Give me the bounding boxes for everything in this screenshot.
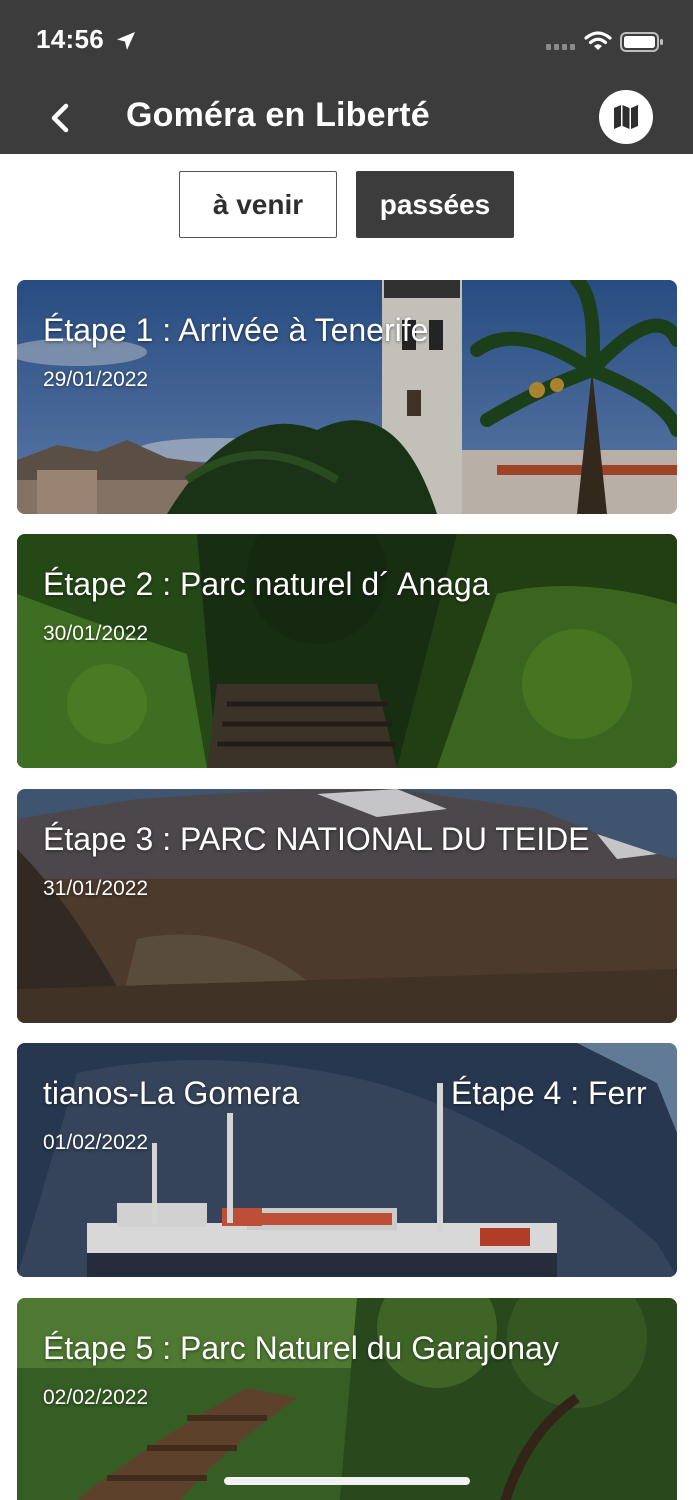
tab-upcoming[interactable]: à venir: [179, 171, 337, 238]
status-time: 14:56: [36, 24, 104, 54]
stage-card-2[interactable]: Étape 2 : Parc naturel d´ Anaga 30/01/20…: [17, 534, 677, 768]
stage-card-1[interactable]: Étape 1 : Arrivée à Tenerife 29/01/2022: [17, 280, 677, 514]
page-title: Goméra en Liberté: [126, 96, 430, 134]
stage-date: 31/01/2022: [43, 877, 149, 900]
map-button[interactable]: [599, 90, 653, 144]
cellular-signal-icon: [546, 44, 575, 50]
location-arrow-icon: [117, 32, 135, 50]
stage-date: 02/02/2022: [43, 1386, 149, 1409]
stage-date: 30/01/2022: [43, 622, 149, 645]
tab-past[interactable]: passées: [356, 171, 514, 238]
stage-date: 29/01/2022: [43, 368, 149, 391]
stage-card-4[interactable]: tianos-La Gomera Étape 4 : Ferr 01/02/20…: [17, 1043, 677, 1277]
wifi-icon: [584, 31, 612, 50]
stage-card-3[interactable]: Étape 3 : PARC NATIONAL DU TEIDE 31/01/2…: [17, 789, 677, 1023]
back-button[interactable]: [40, 96, 80, 140]
app-header: 14:56 Goméra en Liberté: [0, 0, 693, 154]
stage-card-5[interactable]: Étape 5 : Parc Naturel du Garajonay 02/0…: [17, 1298, 677, 1500]
map-icon: [614, 105, 638, 129]
stage-title-scroll-part: tianos-La Gomera: [43, 1075, 300, 1111]
battery-icon: [620, 32, 663, 52]
stage-title: Étape 2 : Parc naturel d´ Anaga: [43, 566, 490, 602]
stage-title: Étape 4 : Ferr: [451, 1075, 647, 1111]
stage-title: Étape 5 : Parc Naturel du Garajonay: [43, 1330, 559, 1366]
stage-title: Étape 3 : PARC NATIONAL DU TEIDE: [43, 821, 590, 857]
stage-title: Étape 1 : Arrivée à Tenerife: [43, 312, 429, 348]
stage-date: 01/02/2022: [43, 1131, 149, 1154]
home-indicator[interactable]: [224, 1477, 470, 1485]
chevron-left-icon: [51, 103, 69, 133]
